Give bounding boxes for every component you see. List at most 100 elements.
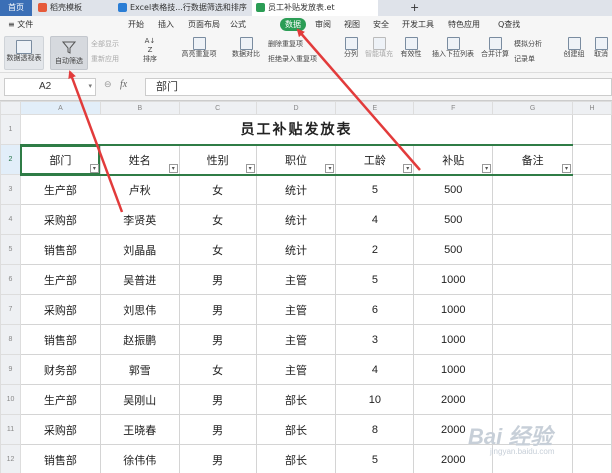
menu-formula[interactable]: 公式 — [230, 16, 246, 33]
cell[interactable]: 主管 — [255, 324, 337, 355]
cell[interactable]: 统计 — [255, 234, 337, 265]
cell[interactable]: 2000 — [413, 444, 494, 473]
cell[interactable]: 徐伟伟 — [99, 444, 180, 473]
cell[interactable]: 女 — [178, 234, 257, 265]
filter-dropdown-icon[interactable]: ▾ — [168, 163, 178, 173]
insert-dropdown-button[interactable]: 插入下拉列表 — [431, 37, 475, 59]
filter-dropdown-icon[interactable]: ▾ — [562, 163, 572, 173]
column-header-g[interactable]: G — [492, 101, 574, 115]
column-header-d[interactable]: D — [255, 101, 337, 115]
row-number[interactable]: 12 — [0, 444, 21, 473]
filter-dropdown-icon[interactable]: ▾ — [89, 163, 99, 173]
cell[interactable]: 部长 — [255, 384, 337, 415]
ungroup-button[interactable]: 取消 — [590, 37, 612, 59]
split-column-button[interactable]: 分列 — [340, 37, 362, 59]
cell[interactable]: 10 — [335, 384, 415, 415]
cell[interactable] — [492, 444, 574, 473]
cell[interactable]: 统计 — [255, 204, 337, 235]
menu-security[interactable]: 安全 — [373, 16, 389, 33]
cell[interactable]: 女 — [178, 354, 257, 385]
cell[interactable] — [572, 324, 612, 355]
cell[interactable]: 1000 — [413, 354, 494, 385]
row-number[interactable]: 3 — [0, 174, 21, 205]
filter-dropdown-icon[interactable]: ▾ — [403, 163, 413, 173]
row-number[interactable]: 5 — [0, 234, 21, 265]
cell[interactable]: 2000 — [413, 414, 494, 445]
cell[interactable] — [492, 234, 574, 265]
cell[interactable] — [572, 294, 612, 325]
cell[interactable]: 卢秋 — [99, 174, 180, 205]
cell[interactable]: 男 — [178, 414, 257, 445]
cell[interactable]: 生产部 — [19, 174, 101, 205]
reject-duplicates-button[interactable]: 拒绝录入重复项 — [268, 55, 317, 64]
simulation-button[interactable]: 模拟分析 — [514, 40, 542, 49]
menu-data[interactable]: 数据 — [280, 18, 306, 31]
zoom-icon[interactable]: ⊖ — [104, 80, 112, 90]
header-cell-dept[interactable]: 部门 ▾ — [19, 143, 101, 176]
cell[interactable]: 男 — [178, 264, 257, 295]
menu-insert[interactable]: 插入 — [158, 16, 174, 33]
file-menu[interactable]: ≡ 文件 — [8, 16, 33, 33]
cell[interactable]: 8 — [335, 414, 415, 445]
cell[interactable] — [572, 234, 612, 265]
cell[interactable]: 销售部 — [19, 324, 101, 355]
cell[interactable]: 4 — [335, 354, 415, 385]
cell[interactable]: 生产部 — [19, 264, 101, 295]
column-header-h[interactable]: H — [572, 101, 612, 115]
cell[interactable]: 统计 — [255, 174, 337, 205]
smart-fill-button[interactable]: 智能填充 — [364, 37, 394, 59]
column-header-a[interactable]: A — [19, 101, 101, 115]
cell[interactable]: 刘晶晶 — [99, 234, 180, 265]
tab-home[interactable]: 首页 — [0, 0, 32, 16]
cell[interactable]: 李贤英 — [99, 204, 180, 235]
cell[interactable]: 5 — [335, 174, 415, 205]
row-number[interactable]: 9 — [0, 354, 21, 385]
row-number[interactable]: 7 — [0, 294, 21, 325]
cell[interactable]: 3 — [335, 324, 415, 355]
show-all-button[interactable]: 全部显示 — [91, 40, 119, 49]
cell[interactable]: 部长 — [255, 444, 337, 473]
cell[interactable]: 男 — [178, 324, 257, 355]
highlight-duplicates-button[interactable]: 高亮重复项 — [178, 37, 220, 59]
header-cell-seniority[interactable]: 工龄 ▾ — [335, 143, 415, 176]
name-box-dropdown-icon[interactable]: ▾ — [88, 79, 92, 95]
cell[interactable]: 采购部 — [19, 204, 101, 235]
cell[interactable]: 吴普进 — [99, 264, 180, 295]
cell[interactable]: 生产部 — [19, 384, 101, 415]
row-number[interactable]: 6 — [0, 264, 21, 295]
cell[interactable]: 采购部 — [19, 294, 101, 325]
cell[interactable] — [492, 294, 574, 325]
formula-input[interactable]: 部门 — [145, 78, 612, 96]
filter-dropdown-icon[interactable]: ▾ — [482, 163, 492, 173]
cell[interactable]: 采购部 — [19, 414, 101, 445]
column-header-e[interactable]: E — [335, 101, 415, 115]
cell[interactable]: 主管 — [255, 294, 337, 325]
delete-duplicates-button[interactable]: 删除重复项 — [268, 40, 303, 49]
cell[interactable]: 1000 — [413, 294, 494, 325]
autofilter-button[interactable]: 自动筛选 — [50, 36, 88, 70]
cell[interactable] — [572, 444, 612, 473]
cell[interactable] — [492, 354, 574, 385]
cell[interactable]: 部长 — [255, 414, 337, 445]
row-number[interactable]: 2 — [0, 144, 21, 175]
cell[interactable] — [492, 384, 574, 415]
cell[interactable] — [572, 354, 612, 385]
cell[interactable]: 500 — [413, 234, 494, 265]
cell[interactable] — [572, 204, 612, 235]
cell[interactable]: 男 — [178, 384, 257, 415]
cell[interactable]: 吴刚山 — [99, 384, 180, 415]
data-compare-button[interactable]: 数据对比 — [227, 37, 265, 59]
row-number[interactable]: 8 — [0, 324, 21, 355]
record-form-button[interactable]: 记录单 — [514, 55, 535, 64]
cell[interactable]: 2 — [335, 234, 415, 265]
tab-doc-excel-tips[interactable]: Excel表格技...行数据筛选和排序 — [114, 0, 250, 16]
tab-spreadsheet[interactable]: 员工补贴发放表.et — [252, 0, 378, 16]
cell[interactable]: 主管 — [255, 354, 337, 385]
consolidate-button[interactable]: 合并计算 — [480, 37, 510, 59]
cell[interactable] — [572, 174, 612, 205]
cell[interactable] — [492, 264, 574, 295]
cell[interactable]: 销售部 — [19, 444, 101, 473]
cell[interactable] — [572, 264, 612, 295]
menu-developer[interactable]: 开发工具 — [402, 16, 434, 33]
menu-special[interactable]: 特色应用 — [448, 16, 480, 33]
